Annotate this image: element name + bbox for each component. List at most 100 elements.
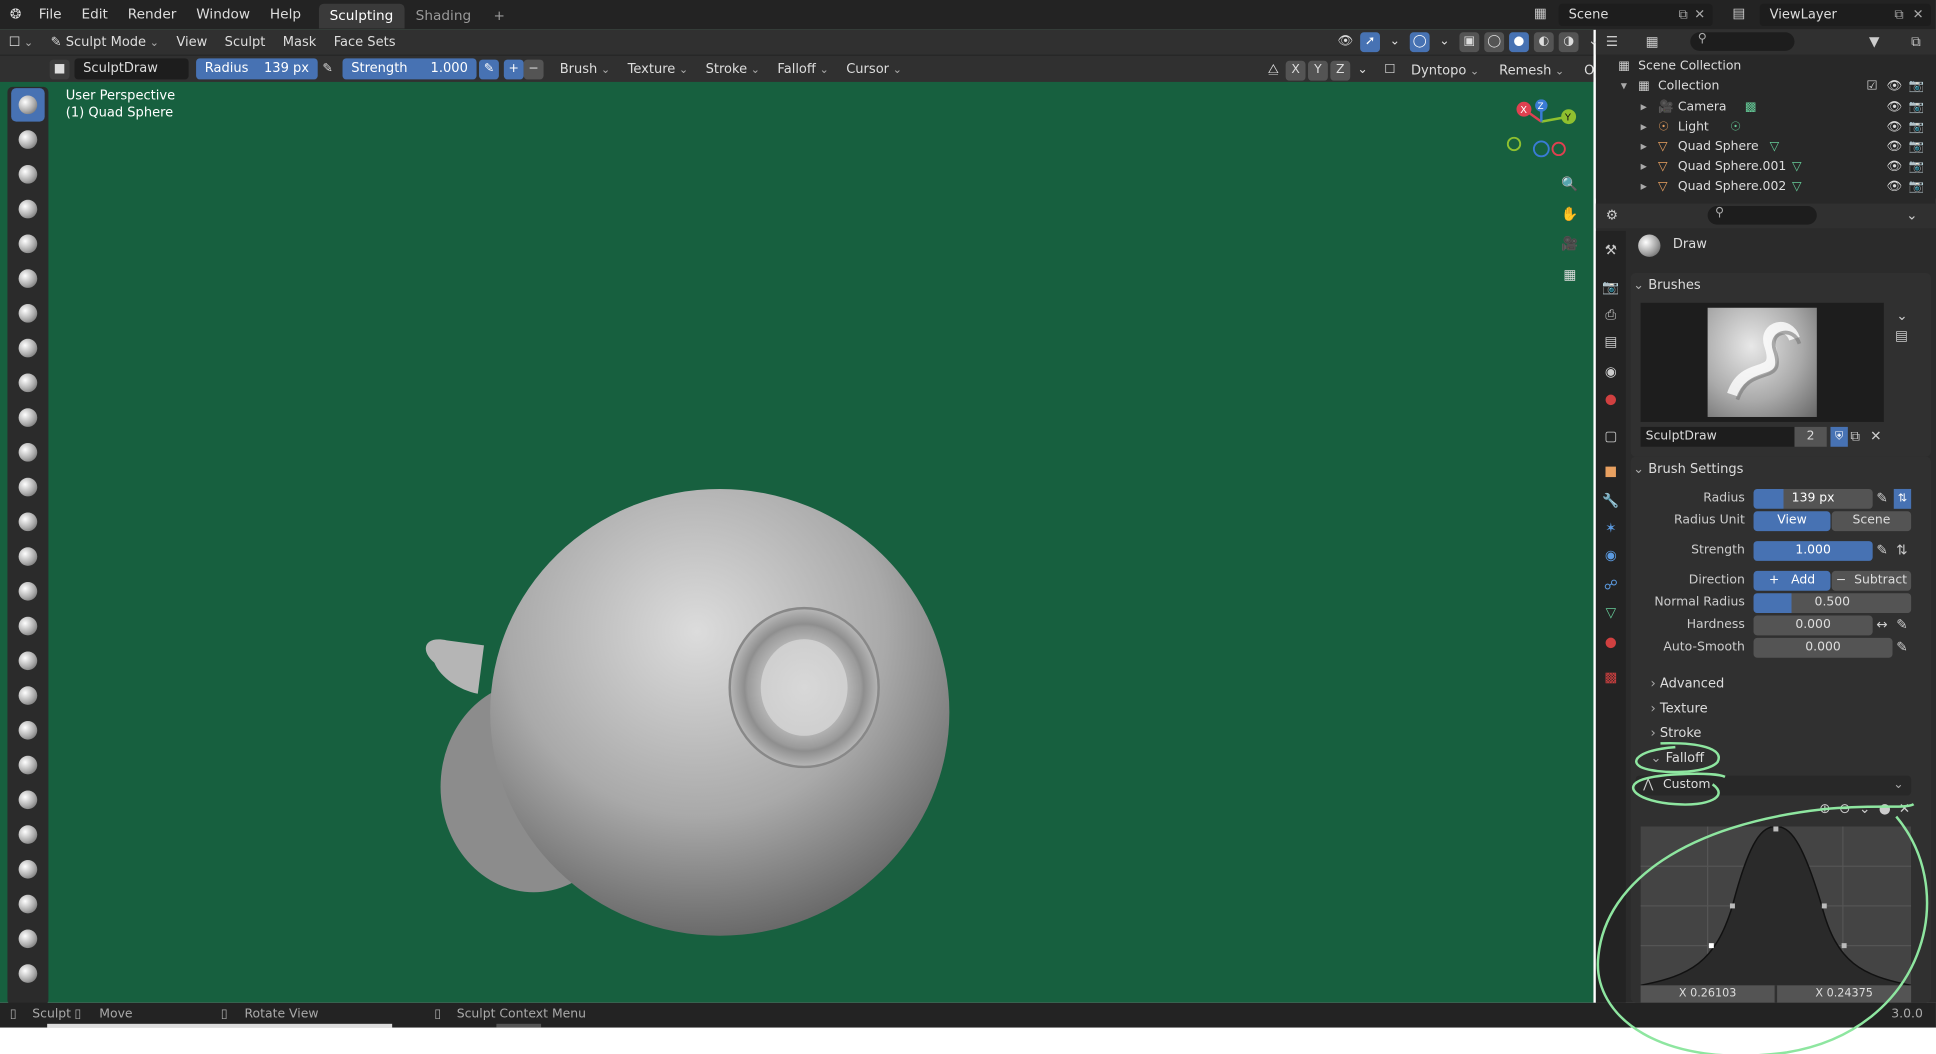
scene-tab-icon[interactable]: ◉ <box>1601 362 1621 382</box>
tool-multiplane-scrape[interactable] <box>11 540 45 574</box>
radius-pressure-icon[interactable]: ✎ <box>1876 490 1887 506</box>
tool-clay-thumb[interactable] <box>11 227 45 261</box>
outliner-scene-collection[interactable]: ▦ Scene Collection <box>1596 57 1936 77</box>
direction-add-button[interactable]: + Add <box>1753 570 1831 591</box>
light-data-icon[interactable]: ☉ <box>1730 118 1741 138</box>
brush-name-field[interactable]: SculptDraw <box>74 58 189 80</box>
curve-point[interactable] <box>1841 943 1847 949</box>
brush-icon[interactable]: ■ <box>49 58 70 79</box>
mesh-data-icon[interactable]: ▽ <box>1792 158 1802 178</box>
tool-pose[interactable] <box>11 748 45 782</box>
quad-sphere-render-icon[interactable]: 📷 <box>1909 138 1924 158</box>
scene-close-icon[interactable]: ✕ <box>1694 4 1705 26</box>
menu-file[interactable]: File <box>29 0 72 30</box>
strength-jitter-icon[interactable]: ⇅ <box>1896 542 1907 558</box>
wireframe-shading-icon[interactable]: ◯ <box>1484 32 1505 53</box>
tool-simplify[interactable] <box>11 957 45 991</box>
tool-flatten[interactable] <box>11 436 45 470</box>
display-mode-icon[interactable]: ▦ <box>1646 34 1659 50</box>
auto-smooth-field[interactable]: 0.000 <box>1753 637 1893 658</box>
radius-unit-view-button[interactable]: View <box>1753 511 1831 532</box>
scene-icon[interactable]: ▦ <box>1534 5 1547 21</box>
visibility-icon[interactable]: 👁 <box>1335 32 1355 52</box>
duplicate-brush-icon[interactable]: ⧉ <box>1850 428 1860 445</box>
hardness-invert-icon[interactable]: ↔ <box>1876 617 1887 633</box>
menu-sculpt[interactable]: Sculpt <box>216 30 274 55</box>
symmetry-dropdown-icon[interactable]: ⌄ <box>1353 61 1373 81</box>
tool-crease[interactable] <box>11 366 45 400</box>
xray-toggle-icon[interactable]: ▣ <box>1459 32 1480 53</box>
navigation-gizmo[interactable]: X Y Z <box>1504 99 1586 164</box>
quad-sphere-001-visibility-icon[interactable]: 👁 <box>1886 158 1902 178</box>
perspective-grid-icon[interactable]: ▦ <box>1559 264 1581 286</box>
collection-visibility-icon[interactable]: 👁 <box>1886 77 1902 97</box>
mesh-data-icon[interactable]: ▽ <box>1792 177 1802 197</box>
collection-checkbox[interactable]: ☑ <box>1866 77 1877 97</box>
expand-icon[interactable]: ▸ <box>1641 118 1647 138</box>
radius-pressure-icon[interactable]: ✎ <box>318 59 338 79</box>
curve-zoom-in-icon[interactable]: ⊕ <box>1819 800 1830 816</box>
brush-users-count[interactable]: 2 <box>1794 426 1827 447</box>
camera-visibility-icon[interactable]: 👁 <box>1886 98 1902 118</box>
camera-view-icon[interactable]: 🎥 <box>1559 233 1581 255</box>
dyntopo-dropdown[interactable]: Dyntopo <box>1402 58 1488 83</box>
tool-rotate[interactable] <box>11 818 45 852</box>
view-layer-close-icon[interactable]: ✕ <box>1913 4 1924 26</box>
tool-draw[interactable] <box>11 88 45 122</box>
brush-dropdown[interactable]: Brush <box>551 56 619 81</box>
gizmo-neg-y-icon[interactable] <box>1506 136 1522 152</box>
collection-tab-icon[interactable]: ▢ <box>1601 427 1621 447</box>
outliner-search-input[interactable]: ⚲ <box>1690 32 1795 51</box>
stroke-subpanel[interactable]: › Stroke <box>1651 721 1936 746</box>
properties-options-icon[interactable]: ⌄ <box>1906 207 1917 223</box>
mesh-data-icon[interactable]: ▽ <box>1770 138 1780 158</box>
expand-icon[interactable]: ▸ <box>1641 177 1647 197</box>
menu-view[interactable]: View <box>168 30 216 55</box>
light-render-icon[interactable]: 📷 <box>1909 118 1924 138</box>
mirror-y-toggle[interactable]: Y <box>1308 60 1328 81</box>
new-collection-icon[interactable]: ⧉ <box>1911 34 1921 51</box>
tool-blob[interactable] <box>11 331 45 365</box>
radius-field[interactable]: Radius 139 px <box>196 58 318 80</box>
view-layer-icon[interactable]: ▤ <box>1732 5 1745 21</box>
properties-search-input[interactable]: ⚲ <box>1707 206 1817 225</box>
overlay-dropdown-icon[interactable]: ⌄ <box>1435 32 1455 52</box>
tool-slide-relax[interactable] <box>11 853 45 887</box>
rendered-shading-icon[interactable]: ◑ <box>1558 32 1579 53</box>
strength-field[interactable]: 1.000 <box>1753 541 1873 561</box>
menu-mask[interactable]: Mask <box>274 30 325 55</box>
view-layer-selector[interactable]: ViewLayer ⧉ ✕ <box>1759 3 1931 27</box>
gizmo-dropdown-icon[interactable]: ⌄ <box>1385 32 1405 52</box>
advanced-subpanel[interactable]: › Advanced <box>1651 671 1936 696</box>
brush-datablock-field[interactable]: SculptDraw <box>1640 426 1795 447</box>
brush-preview-frame[interactable] <box>1640 302 1884 422</box>
strength-pressure-icon[interactable]: ✎ <box>479 58 499 79</box>
outliner-item-light[interactable]: ▸ ☉ Light ☉ 👁 📷 <box>1596 118 1936 138</box>
zoom-icon[interactable]: 🔍 <box>1559 174 1581 196</box>
tool-elastic-deform[interactable] <box>11 644 45 678</box>
brush-image-icon[interactable]: ▤ <box>1895 328 1908 344</box>
menu-face-sets[interactable]: Face Sets <box>325 30 404 55</box>
overlay-toggle-icon[interactable]: ◯ <box>1409 32 1430 53</box>
tool-tab-icon[interactable]: ⚒ <box>1601 241 1621 261</box>
quad-sphere-002-visibility-icon[interactable]: 👁 <box>1886 177 1902 197</box>
gizmo-neg-z-icon[interactable] <box>1532 140 1550 158</box>
radius-field[interactable]: 139 px <box>1753 488 1873 509</box>
blender-logo-icon[interactable]: ❂ <box>0 0 29 30</box>
tool-inflate[interactable] <box>11 297 45 331</box>
tool-clay[interactable] <box>11 158 45 192</box>
3d-viewport[interactable]: ☐ ✎ Sculpt Mode View Sculpt Mask Face Se… <box>0 29 1634 1006</box>
curve-point[interactable] <box>1729 903 1735 909</box>
strength-pressure-icon[interactable]: ✎ <box>1876 542 1887 558</box>
filter-icon[interactable]: ▼ <box>1869 34 1880 50</box>
mode-selector[interactable]: ✎ Sculpt Mode <box>42 30 168 55</box>
view-layer-copy-icon[interactable]: ⧉ <box>1894 4 1903 26</box>
strength-field[interactable]: Strength 1.000 <box>342 58 477 80</box>
workspace-tab-shading[interactable]: Shading <box>405 4 483 29</box>
tool-fill[interactable] <box>11 470 45 504</box>
direction-subtract-icon[interactable]: − <box>523 58 544 79</box>
pan-hand-icon[interactable]: ✋ <box>1559 204 1581 226</box>
menu-edit[interactable]: Edit <box>72 0 118 30</box>
quad-sphere-001-render-icon[interactable]: 📷 <box>1909 158 1924 178</box>
cursor-dropdown[interactable]: Cursor <box>838 56 911 81</box>
